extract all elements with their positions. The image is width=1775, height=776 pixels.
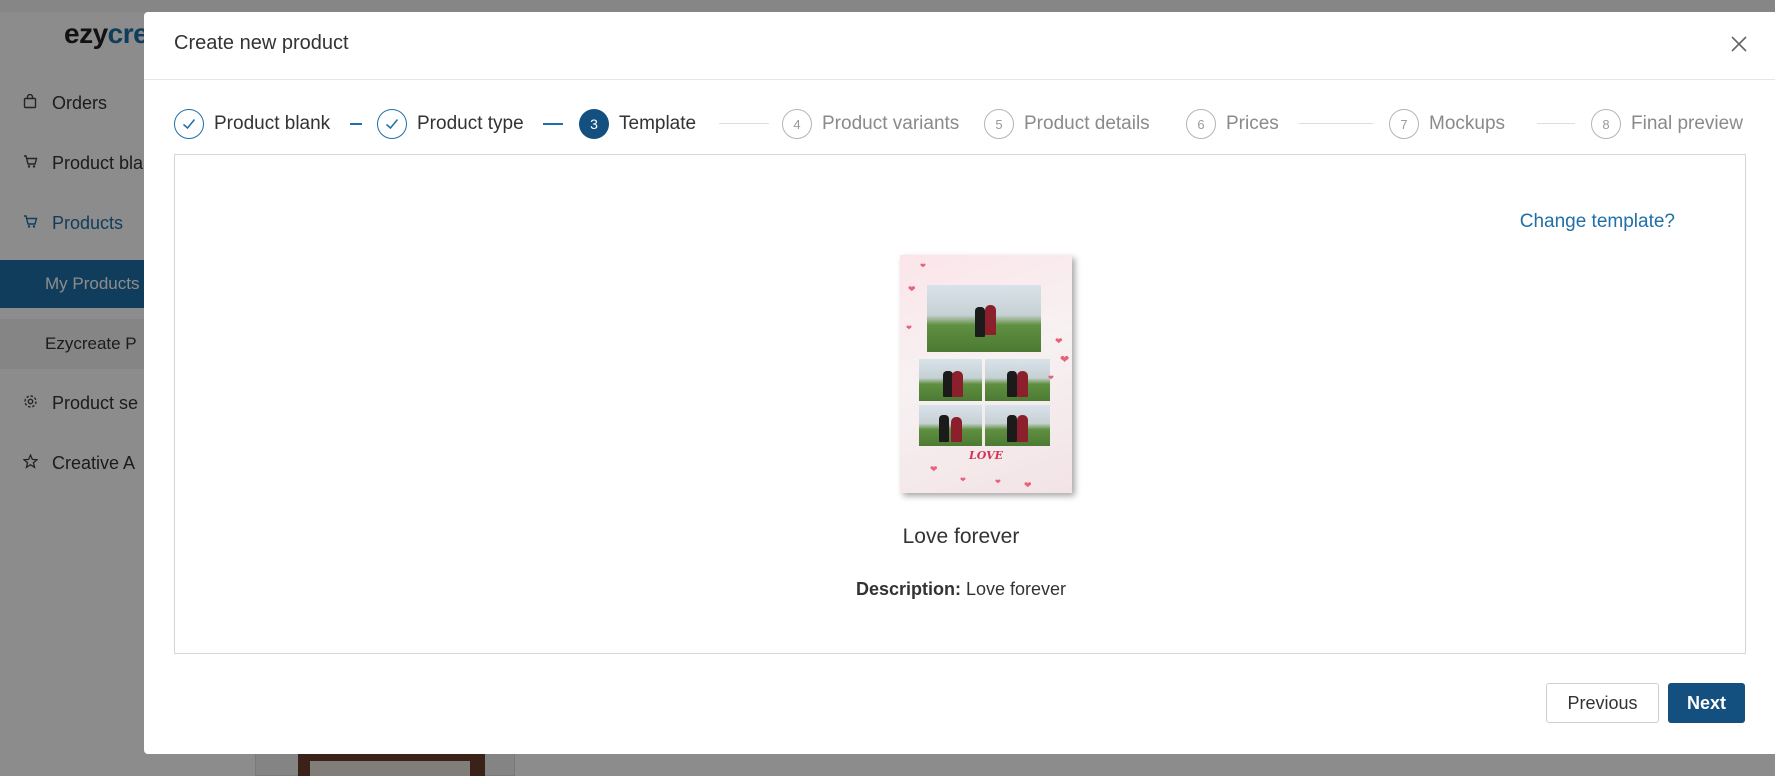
step-template[interactable]: 3 Template [579,108,696,140]
step-label: Template [619,113,697,134]
step-prices[interactable]: 6 Prices [1186,108,1279,140]
step-final-preview[interactable]: 8 Final preview [1591,108,1743,140]
wizard-stepper: Product blank Product type 3 Template 4 … [174,108,1746,140]
step-number: 5 [984,109,1014,139]
template-name: Love forever [902,525,1020,548]
step-mockups[interactable]: 7 Mockups [1389,108,1505,140]
description-value: Love forever [965,579,1067,599]
step-label: Prices [1226,113,1279,134]
step-label: Product variants [822,113,960,134]
step-check-circle [377,109,407,139]
next-button[interactable]: Next [1668,683,1745,723]
step-number: 7 [1389,109,1419,139]
step-label: Product details [1024,113,1150,134]
template-love-text: LOVE [968,449,1004,462]
step-product-blank[interactable]: Product blank [174,108,330,140]
step-product-details[interactable]: 5 Product details [984,108,1150,140]
create-product-modal: Create new product Product blank Product… [144,12,1775,754]
step-label: Final preview [1631,113,1743,134]
step-number: 4 [782,109,812,139]
step-product-type[interactable]: Product type [377,108,524,140]
template-photo [927,285,1041,352]
template-photo [919,359,982,401]
check-icon [386,119,399,130]
close-icon [1731,36,1747,52]
step-check-circle [174,109,204,139]
step-number: 8 [1591,109,1621,139]
step-connector [1299,123,1373,124]
template-photo [919,405,982,446]
modal-header: Create new product [144,12,1775,80]
template-description: Description: Love forever [175,579,1747,600]
check-icon [183,119,196,130]
previous-button[interactable]: Previous [1546,683,1659,723]
change-template-link[interactable]: Change template? [1520,211,1675,233]
template-photo [985,359,1050,401]
step-label: Product type [417,113,524,134]
step-number: 3 [579,109,609,139]
step-product-variants[interactable]: 4 Product variants [782,108,959,140]
step-label: Mockups [1429,113,1506,134]
step-label: Product blank [214,113,331,134]
step-connector [1537,123,1575,124]
template-preview-image[interactable]: ❤ ❤ ❤ ❤ ❤ ❤ ❤ ❤ ❤ ❤ LOVE [900,255,1072,493]
modal-title: Create new product [174,32,349,54]
step-connector [719,123,769,124]
template-photo [985,405,1050,446]
description-label: Description: [855,579,961,599]
step-number: 6 [1186,109,1216,139]
template-content-panel: Change template? ❤ ❤ ❤ ❤ ❤ ❤ ❤ ❤ ❤ ❤ LOV… [174,154,1746,654]
close-button[interactable] [1725,30,1753,58]
step-connector [350,123,362,125]
step-connector [543,123,563,125]
